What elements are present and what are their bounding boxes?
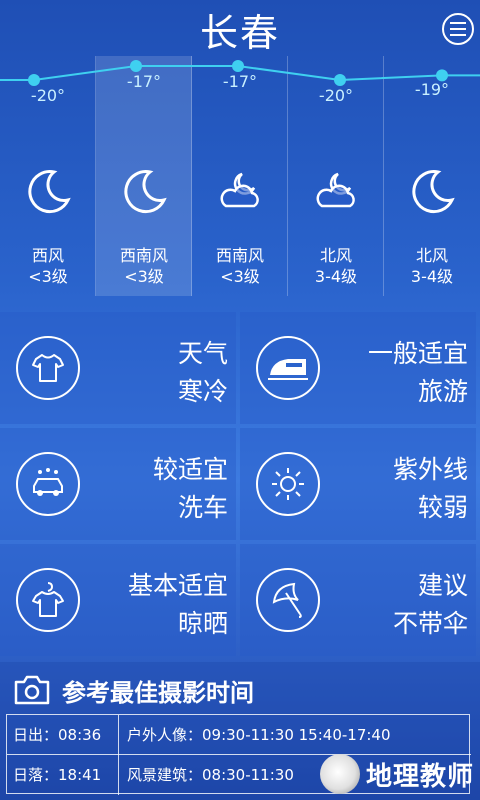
forecast-column[interactable]: -17° 西南风 <3级 <box>192 56 288 296</box>
wind-level: 3-4级 <box>314 267 358 286</box>
forecast-column[interactable]: -19° 北风 3-4级 <box>384 56 480 296</box>
sunrise-cell: 日出：08:36 <box>7 715 119 755</box>
forecast-column[interactable]: -20° 西风 <3级 <box>0 56 96 296</box>
moon-icon <box>28 170 71 214</box>
index-value: 旅游 <box>417 377 468 406</box>
photo-title-row: 参考最佳摄影时间 <box>12 672 254 708</box>
menu-icon[interactable] <box>442 13 474 45</box>
sunset-cell: 日落：18:41 <box>7 755 119 795</box>
life-index-grid: 天气 寒冷 一般适宜 旅游 较适宜 洗车 紫外线 较弱 基本适宜 晾晒 建议 不… <box>0 312 480 662</box>
index-title: 一般适宜 <box>367 339 468 368</box>
car-wash-icon <box>16 452 80 516</box>
moon-icon <box>124 170 167 214</box>
index-tile-weather[interactable]: 天气 寒冷 <box>0 312 236 424</box>
globe-logo-icon <box>319 754 360 794</box>
wind-level: 3-4级 <box>410 267 454 286</box>
temp-label: -20° <box>30 86 66 105</box>
hourly-forecast: -20° 西风 <3级 -17° 西南风 <3级 -17° 西南风 <3级 -2… <box>0 56 480 296</box>
index-value: 不带伞 <box>392 609 468 638</box>
index-tile-carwash[interactable]: 较适宜 洗车 <box>0 428 236 540</box>
temp-label: -19° <box>414 80 450 99</box>
train-icon <box>256 336 320 400</box>
index-title: 天气 <box>177 339 228 368</box>
city-title: 长春 <box>199 10 280 55</box>
index-value: 寒冷 <box>177 377 228 406</box>
hanger-shirt-icon <box>16 568 80 632</box>
index-value: 较弱 <box>417 493 468 522</box>
index-tile-drying[interactable]: 基本适宜 晾晒 <box>0 544 236 656</box>
forecast-column[interactable]: -17° 西南风 <3级 <box>96 56 192 296</box>
index-title: 建议 <box>417 571 468 600</box>
portrait-time-cell: 户外人像：09:30-11:30 15:40-17:40 <box>127 726 391 744</box>
index-title: 较适宜 <box>152 455 228 484</box>
index-title: 基本适宜 <box>127 571 228 600</box>
index-tile-travel[interactable]: 一般适宜 旅游 <box>240 312 476 424</box>
index-tile-uv[interactable]: 紫外线 较弱 <box>240 428 476 540</box>
temp-label: -17° <box>222 72 258 91</box>
cloudy-moon-icon <box>220 172 259 208</box>
cloudy-moon-icon <box>316 172 355 208</box>
umbrella-icon <box>256 568 320 632</box>
index-value: 晾晒 <box>177 609 228 638</box>
index-value: 洗车 <box>177 493 228 522</box>
index-title: 紫外线 <box>392 455 468 484</box>
watermark: 地理教师 <box>319 752 474 796</box>
sun-icon <box>256 452 320 516</box>
photo-title: 参考最佳摄影时间 <box>62 678 254 707</box>
wind-level: <3级 <box>124 267 164 286</box>
forecast-column[interactable]: -20° 北风 3-4级 <box>288 56 384 296</box>
temp-label: -20° <box>318 86 354 105</box>
header: 长春 <box>0 0 480 58</box>
camera-icon <box>14 675 50 705</box>
moon-icon <box>412 170 455 214</box>
wind-level: <3级 <box>220 267 260 286</box>
index-tile-umbrella[interactable]: 建议 不带伞 <box>240 544 476 656</box>
watermark-text: 地理教师 <box>365 761 474 792</box>
tshirt-icon <box>16 336 80 400</box>
temp-label: -17° <box>126 72 162 91</box>
wind-level: <3级 <box>28 267 68 286</box>
table-row: 日出：08:36 户外人像：09:30-11:30 15:40-17:40 <box>7 715 471 755</box>
